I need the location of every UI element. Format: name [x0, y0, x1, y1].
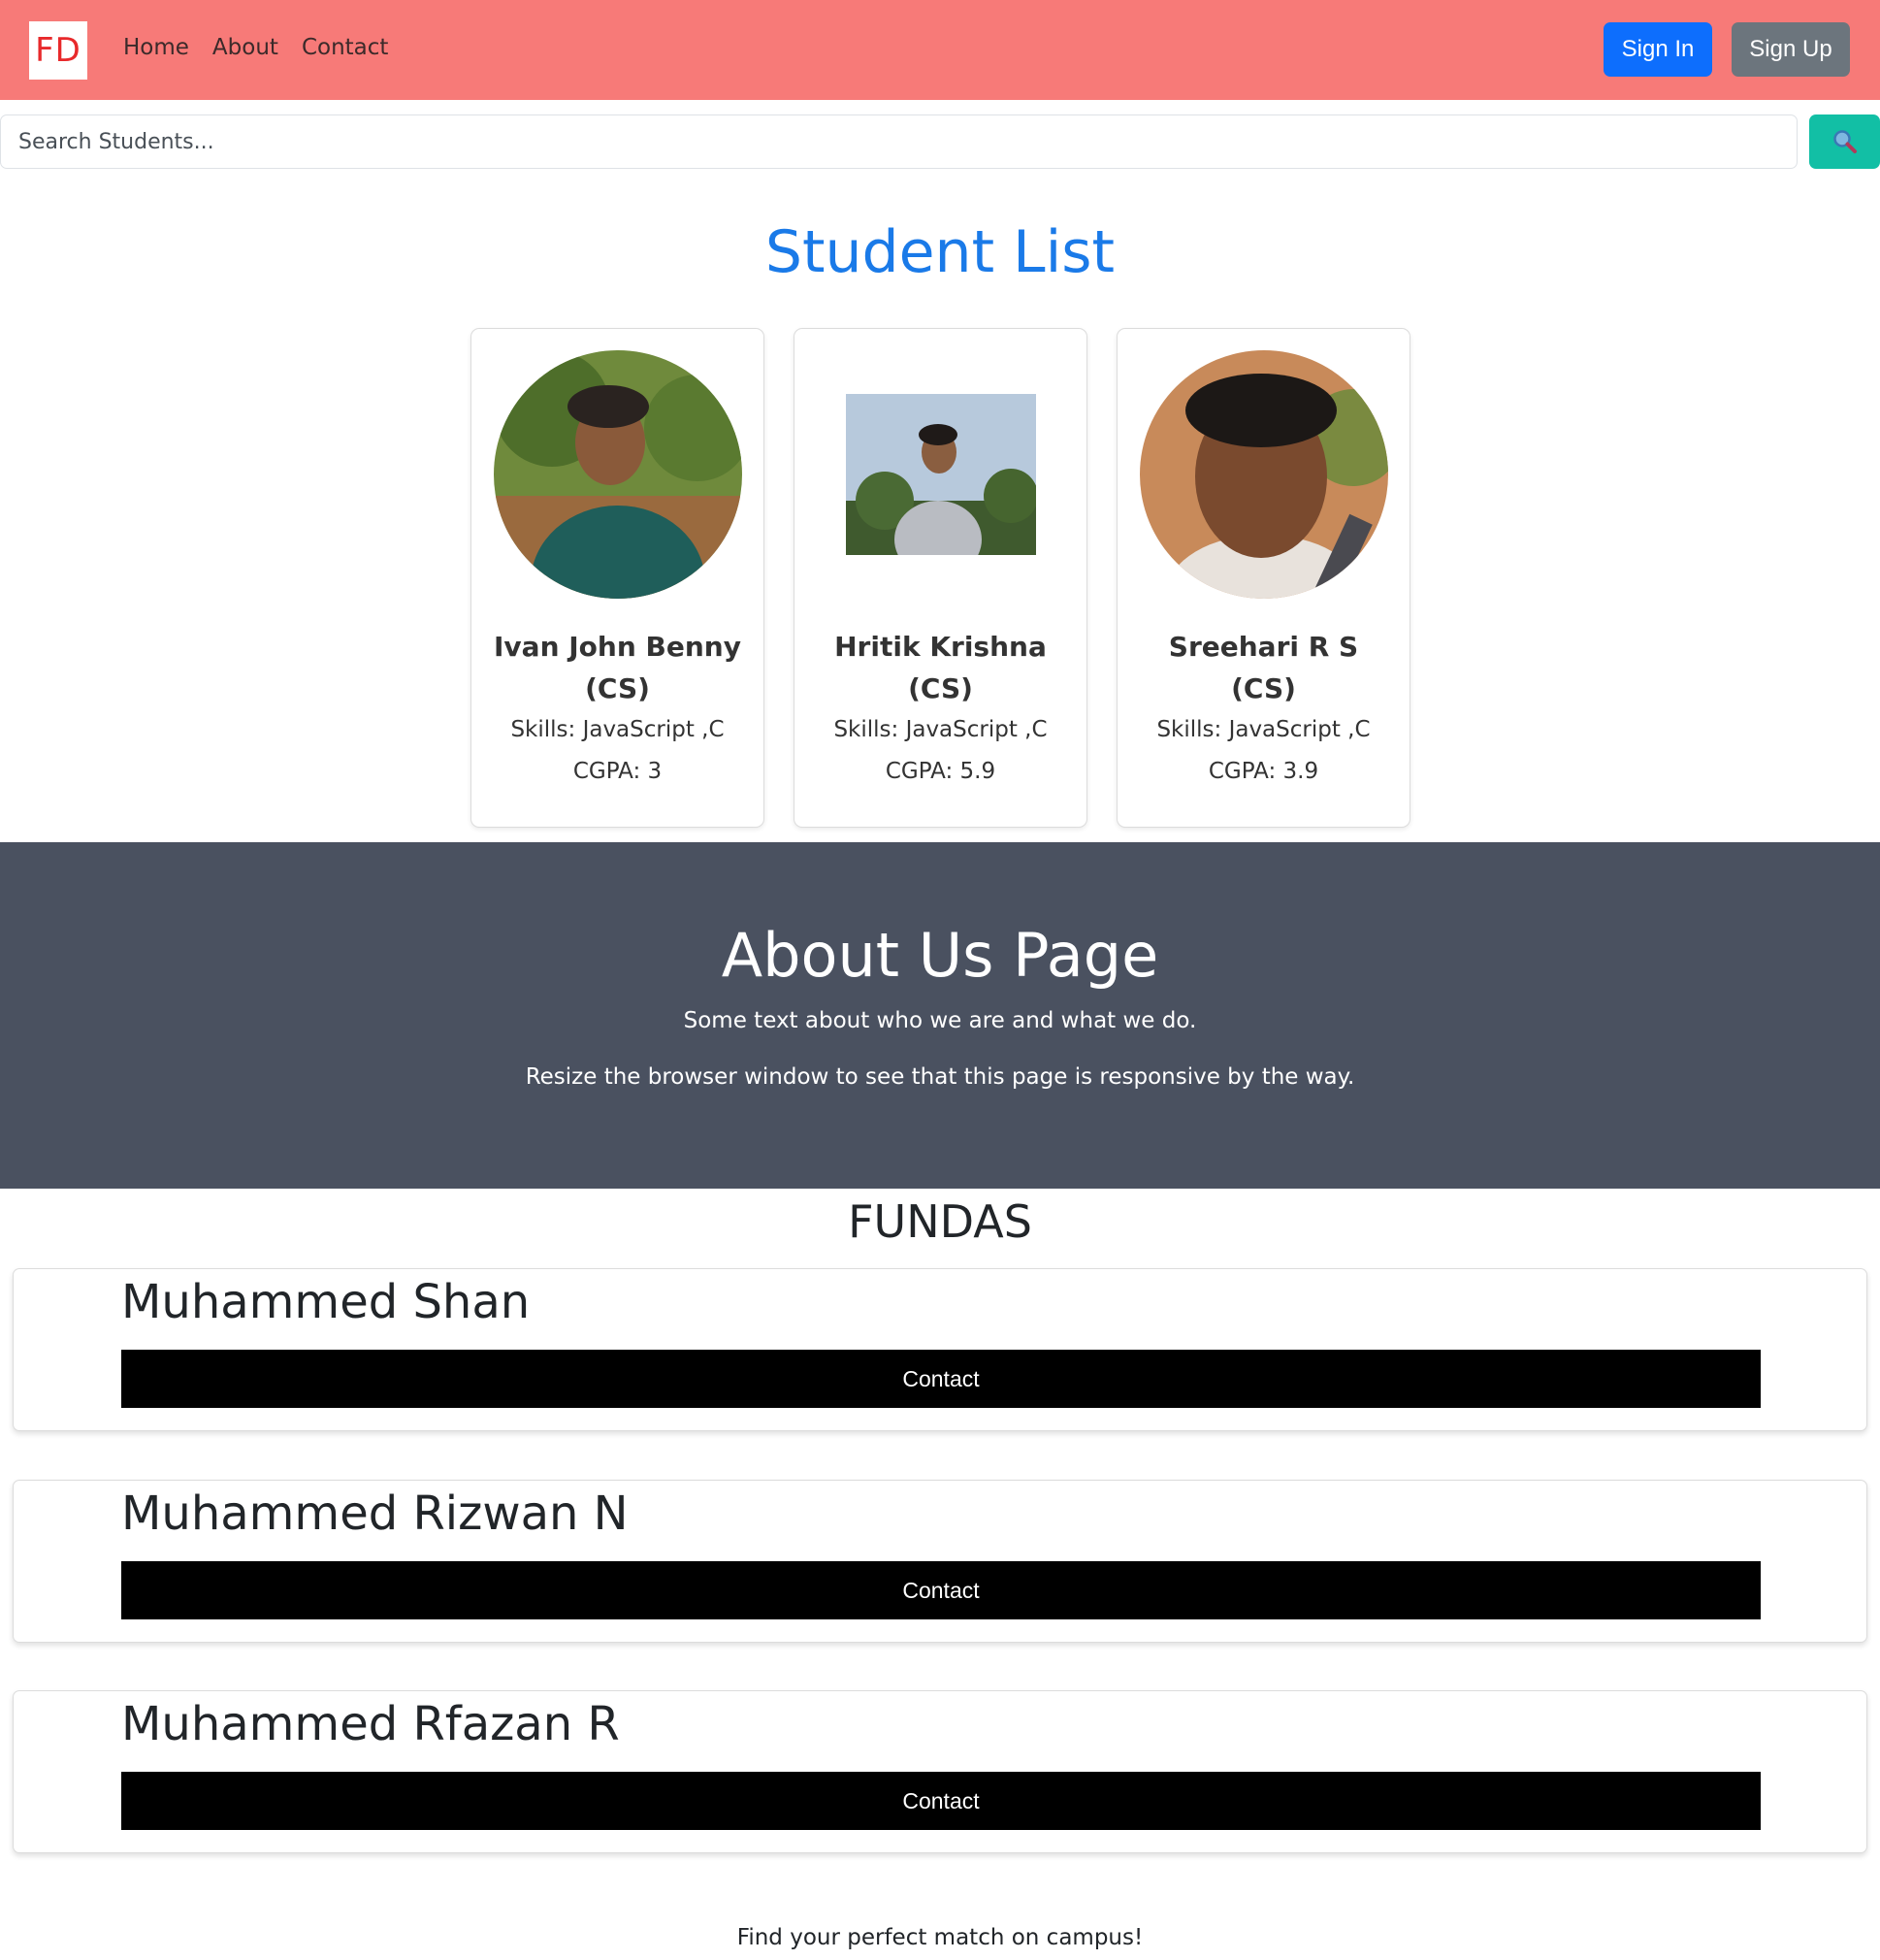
contact-button[interactable]: Contact: [121, 1561, 1761, 1619]
funda-name: Muhammed Shan: [121, 1275, 531, 1329]
student-skills: Skills: JavaScript ,C: [510, 717, 725, 742]
about-text-1: Some text about who we are and what we d…: [683, 1008, 1197, 1033]
navbar: FD Home About Contact Sign In Sign Up: [0, 0, 1880, 100]
about-title: About Us Page: [721, 920, 1159, 991]
footer-tagline: Find your perfect match on campus!: [736, 1925, 1144, 1950]
brand-logo-text: FD: [35, 31, 81, 70]
nav-links: Home About Contact: [123, 35, 388, 60]
contact-button[interactable]: Contact: [121, 1350, 1761, 1408]
nav-link-about[interactable]: About: [212, 35, 278, 60]
brand-logo[interactable]: FD: [29, 21, 87, 80]
sign-in-button[interactable]: Sign In: [1604, 22, 1712, 77]
student-photo: [1139, 350, 1388, 599]
fundas-title: FUNDAS: [848, 1195, 1032, 1248]
about-section: About Us Page Some text about who we are…: [0, 842, 1880, 1189]
search-button[interactable]: [1809, 114, 1880, 169]
nav-link-home[interactable]: Home: [123, 35, 189, 60]
student-skills: Skills: JavaScript ,C: [1156, 717, 1371, 742]
search-input[interactable]: [0, 114, 1798, 169]
nav-link-contact[interactable]: Contact: [302, 35, 388, 60]
student-card[interactable]: Sreehari R S (CS) Skills: JavaScript ,C …: [1117, 328, 1410, 828]
contact-button[interactable]: Contact: [121, 1772, 1761, 1830]
funda-card: Muhammed Shan Contact: [13, 1268, 1867, 1431]
student-list-title: Student List: [764, 218, 1116, 286]
student-name: Ivan John Benny (CS): [494, 631, 741, 704]
student-cgpa: CGPA: 3: [572, 759, 663, 784]
student-name: Hritik Krishna (CS): [834, 631, 1047, 704]
funda-name: Muhammed Rizwan N: [121, 1486, 629, 1541]
student-cgpa: CGPA: 5.9: [885, 759, 996, 784]
student-name: Sreehari R S (CS): [1168, 631, 1359, 704]
funda-name: Muhammed Rfazan R: [121, 1697, 620, 1751]
sign-up-button[interactable]: Sign Up: [1732, 22, 1850, 77]
student-card[interactable]: Ivan John Benny (CS) Skills: JavaScript …: [470, 328, 764, 828]
student-photo: [493, 350, 742, 599]
student-photo: [845, 394, 1036, 555]
funda-card: Muhammed Rfazan R Contact: [13, 1690, 1867, 1853]
student-cgpa: CGPA: 3.9: [1208, 759, 1319, 784]
student-card[interactable]: Hritik Krishna (CS) Skills: JavaScript ,…: [794, 328, 1087, 828]
about-text-2: Resize the browser window to see that th…: [525, 1064, 1355, 1090]
search-icon: [1832, 130, 1857, 153]
student-skills: Skills: JavaScript ,C: [833, 717, 1048, 742]
funda-card: Muhammed Rizwan N Contact: [13, 1480, 1867, 1643]
